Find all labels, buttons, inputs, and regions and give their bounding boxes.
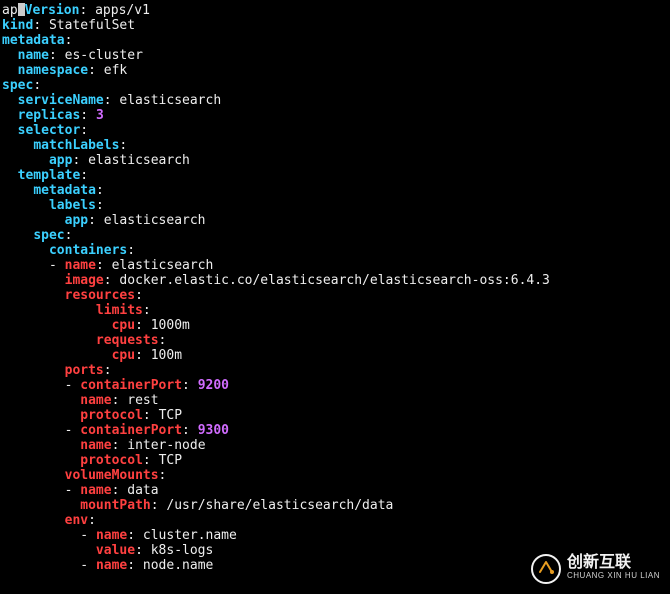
key-apiVersion: Version (25, 3, 80, 18)
key-p2-containerPort: containerPort (80, 423, 182, 438)
val-e2-name: node.name (143, 558, 213, 573)
text-cursor (18, 3, 25, 16)
key-md-namespace: namespace (18, 63, 88, 78)
key-limits-cpu: cpu (112, 318, 135, 333)
val-p1-containerPort: 9200 (198, 378, 229, 393)
key-resources: resources (65, 288, 135, 303)
val-p2-containerPort: 9300 (198, 423, 229, 438)
key-ml-app: app (49, 153, 72, 168)
key-md-name: name (18, 48, 49, 63)
val-md-name: es-cluster (65, 48, 143, 63)
key-e1-value: value (96, 543, 135, 558)
key-matchLabels: matchLabels (33, 138, 119, 153)
key-spec: spec (2, 78, 33, 93)
val-p2-name: inter-node (127, 438, 205, 453)
val-vm-name: data (127, 483, 158, 498)
val-limits-cpu: 1000m (151, 318, 190, 333)
brand-name-en: CHUANG XIN HU LIAN (567, 568, 660, 583)
val-e1-value: k8s-logs (151, 543, 214, 558)
key-metadata: metadata (2, 33, 65, 48)
val-p1-protocol: TCP (159, 408, 182, 423)
key-tl-app: app (65, 213, 88, 228)
key-template-metadata: metadata (33, 183, 96, 198)
key-p1-name: name (80, 393, 111, 408)
key-requests-cpu: cpu (112, 348, 135, 363)
val-md-namespace: efk (104, 63, 127, 78)
key-replicas: replicas (18, 108, 81, 123)
val-e1-name: cluster.name (143, 528, 237, 543)
watermark-logo: 创新互联 CHUANG XIN HU LIAN (531, 554, 660, 584)
terminal-yaml-content: apVersion: apps/v1 kind: StatefulSet met… (2, 3, 550, 573)
key-kind: kind (2, 18, 33, 33)
key-vm-name: name (80, 483, 111, 498)
key-container-image: image (65, 273, 104, 288)
key-env: env (65, 513, 88, 528)
val-serviceName: elasticsearch (119, 93, 221, 108)
val-apiVersion: apps/v1 (95, 3, 150, 18)
val-p2-protocol: TCP (159, 453, 182, 468)
key-selector: selector (18, 123, 81, 138)
logo-icon (531, 554, 561, 584)
key-volumeMounts: volumeMounts (65, 468, 159, 483)
key-vm-mountPath: mountPath (80, 498, 150, 513)
val-tl-app: elasticsearch (104, 213, 206, 228)
key-p1-protocol: protocol (80, 408, 143, 423)
key-template-spec: spec (33, 228, 64, 243)
val-kind: StatefulSet (49, 18, 135, 33)
val-p1-name: rest (127, 393, 158, 408)
key-ports: ports (65, 363, 104, 378)
val-container-image: docker.elastic.co/elasticsearch/elastics… (119, 273, 549, 288)
key-limits: limits (96, 303, 143, 318)
key-e1-name: name (96, 528, 127, 543)
key-containers: containers (49, 243, 127, 258)
key-e2-name: name (96, 558, 127, 573)
key-p2-name: name (80, 438, 111, 453)
key-template: template (18, 168, 81, 183)
key-template-labels: labels (49, 198, 96, 213)
key-p1-containerPort: containerPort (80, 378, 182, 393)
val-container-name: elasticsearch (112, 258, 214, 273)
key-p2-protocol: protocol (80, 453, 143, 468)
val-replicas: 3 (96, 108, 104, 123)
val-requests-cpu: 100m (151, 348, 182, 363)
val-vm-mountPath: /usr/share/elasticsearch/data (166, 498, 393, 513)
key-requests: requests (96, 333, 159, 348)
val-ml-app: elasticsearch (88, 153, 190, 168)
key-container-name: name (65, 258, 96, 273)
key-serviceName: serviceName (18, 93, 104, 108)
